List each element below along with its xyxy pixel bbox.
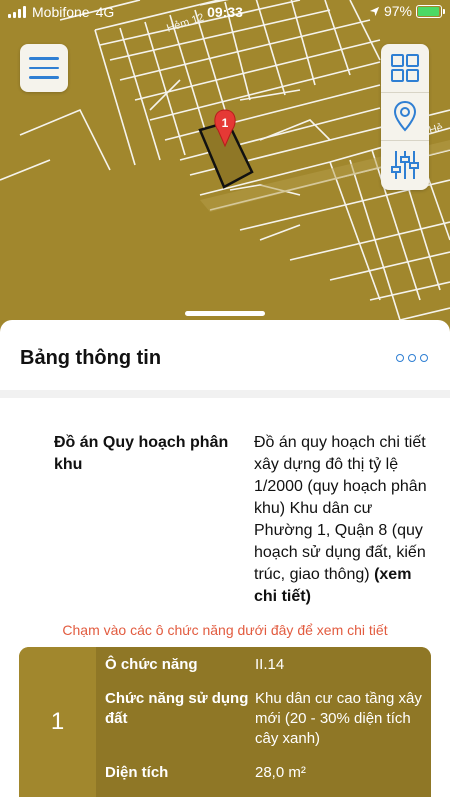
status-bar: Mobifone 4G 09:33 97% bbox=[0, 0, 450, 24]
info-panel: Bảng thông tin Đồ án Quy hoạch phân khu … bbox=[0, 320, 450, 800]
card-value: II.14 bbox=[255, 656, 285, 673]
grid-icon bbox=[391, 53, 419, 82]
hamburger-icon bbox=[29, 57, 59, 60]
card-key: Diện tích bbox=[105, 764, 169, 781]
map-tools bbox=[381, 44, 429, 190]
location-pin-icon bbox=[393, 101, 417, 132]
plan-description: Đồ án quy hoạch chi tiết xây dựng đô thị… bbox=[254, 434, 427, 583]
card-index: 1 bbox=[19, 647, 96, 797]
plan-label: Đồ án Quy hoạch phân khu bbox=[54, 434, 229, 473]
location-arrow-icon bbox=[369, 6, 380, 16]
location-button[interactable] bbox=[381, 93, 429, 142]
menu-button[interactable] bbox=[20, 44, 68, 92]
card-body: Ô chức năng II.14 Chức năng sử dụng đất … bbox=[96, 647, 431, 797]
road-label-right: Hẻ bbox=[428, 122, 445, 137]
panel-header: Bảng thông tin bbox=[0, 320, 450, 398]
card-value: 28,0 m² bbox=[255, 764, 306, 781]
function-cell-card[interactable]: 1 Ô chức năng II.14 Chức năng sử dụng đấ… bbox=[19, 647, 431, 797]
hint-text: Chạm vào các ô chức năng dưới đây để xem… bbox=[62, 622, 388, 638]
card-value: Khu dân cư cao tầng xây mới (20 - 30% di… bbox=[255, 690, 422, 747]
filter-settings-button[interactable] bbox=[381, 141, 429, 190]
plan-value: Đồ án quy hoạch chi tiết xây dựng đô thị… bbox=[254, 432, 430, 608]
layers-grid-button[interactable] bbox=[381, 44, 429, 93]
more-options-icon[interactable] bbox=[396, 354, 428, 362]
battery-percent: 97% bbox=[383, 3, 412, 19]
battery-icon bbox=[416, 4, 445, 18]
marker-label: 1 bbox=[222, 116, 229, 130]
sliders-icon bbox=[391, 151, 419, 180]
panel-title: Bảng thông tin bbox=[20, 347, 162, 369]
card-key: Ô chức năng bbox=[105, 656, 198, 673]
panel-drag-handle[interactable] bbox=[185, 311, 265, 316]
card-key: Chức năng sử dụng đất bbox=[105, 690, 249, 727]
